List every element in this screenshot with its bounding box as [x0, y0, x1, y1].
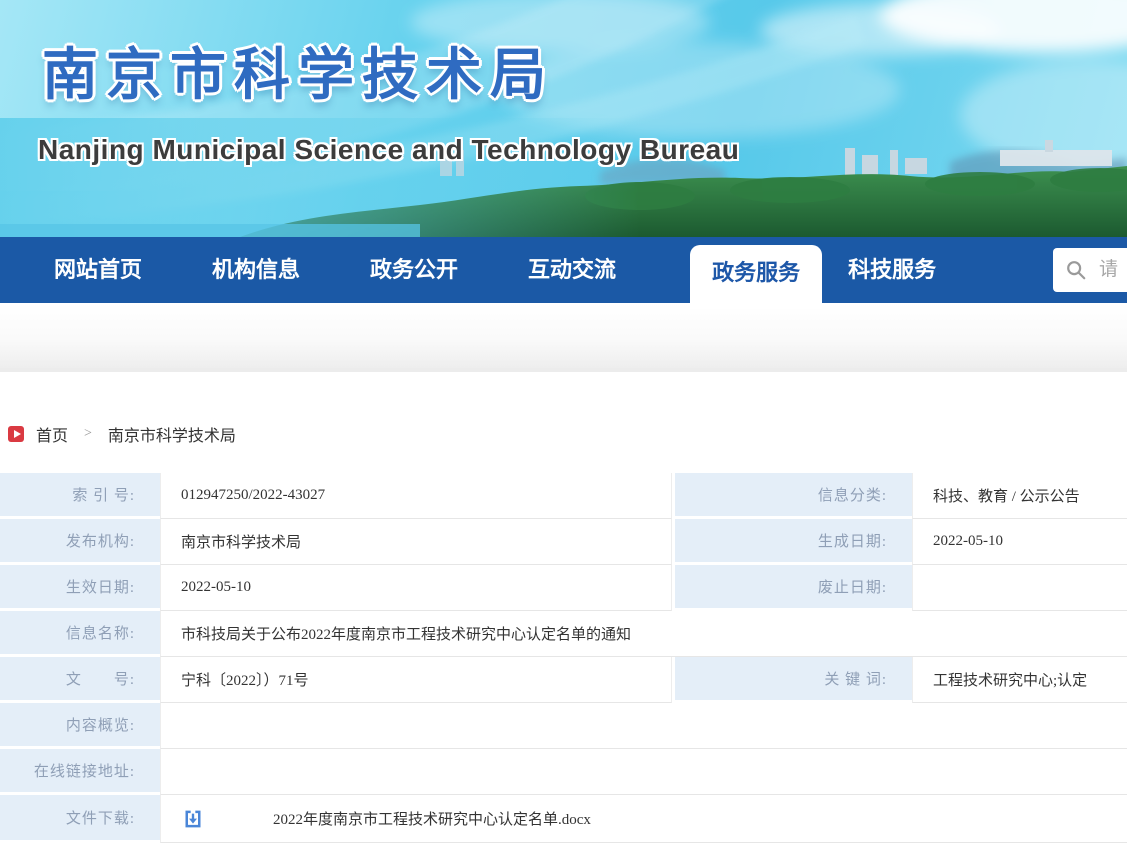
- breadcrumb: 首页 > 南京市科学技术局: [8, 422, 1127, 446]
- breadcrumb-current: 南京市科学技术局: [108, 422, 236, 446]
- nav-subband: [0, 303, 1127, 368]
- table-row: 发布机构: 南京市科学技术局 生成日期: 2022-05-10: [0, 519, 1127, 565]
- label-doc-number: 文 号:: [0, 657, 160, 703]
- value-publisher: 南京市科学技术局: [160, 519, 672, 565]
- label-content-overview: 内容概览:: [0, 703, 160, 749]
- nav-item-org-info[interactable]: 机构信息: [206, 237, 306, 303]
- label-effective-date: 生效日期:: [0, 565, 160, 611]
- label-index-number: 索 引 号:: [0, 473, 160, 519]
- nav-item-home[interactable]: 网站首页: [48, 237, 148, 303]
- table-row: 在线链接地址:: [0, 749, 1127, 795]
- download-file-link[interactable]: 2022年度南京市工程技术研究中心认定名单.docx: [273, 808, 591, 829]
- table-row: 文件下载: 2022年度南京市工程技术研究中心认定名单.docx: [0, 795, 1127, 843]
- download-icon[interactable]: [183, 808, 203, 830]
- table-row: 生效日期: 2022-05-10 废止日期:: [0, 565, 1127, 611]
- table-row: 文 号: 宁科〔2022〕）71号 关 键 词: 工程技术研究中心;认定: [0, 657, 1127, 703]
- label-info-name: 信息名称:: [0, 611, 160, 657]
- main-nav: 网站首页 机构信息 政务公开 互动交流 政务服务 科技服务: [0, 237, 1127, 303]
- site-title: 南京市科学技术局: [42, 30, 554, 111]
- label-file-download: 文件下载:: [0, 795, 160, 843]
- nav-item-gov-service[interactable]: 政务服务: [690, 245, 822, 309]
- chevron-right-icon: >: [84, 426, 92, 442]
- search-icon[interactable]: [1065, 259, 1087, 281]
- header-banner: 南京市科学技术局 Nanjing Municipal Science and T…: [0, 0, 1127, 237]
- value-info-category: 科技、教育 / 公示公告: [912, 473, 1127, 519]
- label-create-date: 生成日期:: [672, 519, 912, 565]
- value-create-date: 2022-05-10: [912, 519, 1127, 565]
- value-content-overview: [160, 703, 1127, 749]
- table-row: 内容概览:: [0, 703, 1127, 749]
- label-publisher: 发布机构:: [0, 519, 160, 565]
- value-index-number: 012947250/2022-43027: [160, 473, 672, 519]
- search-box[interactable]: [1053, 248, 1127, 292]
- section-divider: [0, 368, 1127, 372]
- label-expiry-date: 废止日期:: [672, 565, 912, 611]
- search-input[interactable]: [1099, 259, 1127, 281]
- nav-item-gov-disclosure[interactable]: 政务公开: [364, 237, 464, 303]
- nav-item-interaction[interactable]: 互动交流: [522, 237, 622, 303]
- breadcrumb-marker-icon: [8, 426, 24, 442]
- value-effective-date: 2022-05-10: [160, 565, 672, 611]
- table-row: 索 引 号: 012947250/2022-43027 信息分类: 科技、教育 …: [0, 473, 1127, 519]
- breadcrumb-home-link[interactable]: 首页: [36, 422, 68, 446]
- label-keywords: 关 键 词:: [672, 657, 912, 703]
- value-expiry-date: [912, 565, 1127, 611]
- table-row: 信息名称: 市科技局关于公布2022年度南京市工程技术研究中心认定名单的通知: [0, 611, 1127, 657]
- label-info-category: 信息分类:: [672, 473, 912, 519]
- value-keywords: 工程技术研究中心;认定: [912, 657, 1127, 703]
- value-info-name: 市科技局关于公布2022年度南京市工程技术研究中心认定名单的通知: [160, 611, 1127, 657]
- label-online-link: 在线链接地址:: [0, 749, 160, 795]
- value-online-link: [160, 749, 1127, 795]
- nav-item-tech-service[interactable]: 科技服务: [842, 237, 942, 303]
- site-subtitle-english: Nanjing Municipal Science and Technology…: [38, 134, 739, 166]
- value-doc-number: 宁科〔2022〕）71号: [160, 657, 672, 703]
- info-table: 索 引 号: 012947250/2022-43027 信息分类: 科技、教育 …: [0, 473, 1127, 843]
